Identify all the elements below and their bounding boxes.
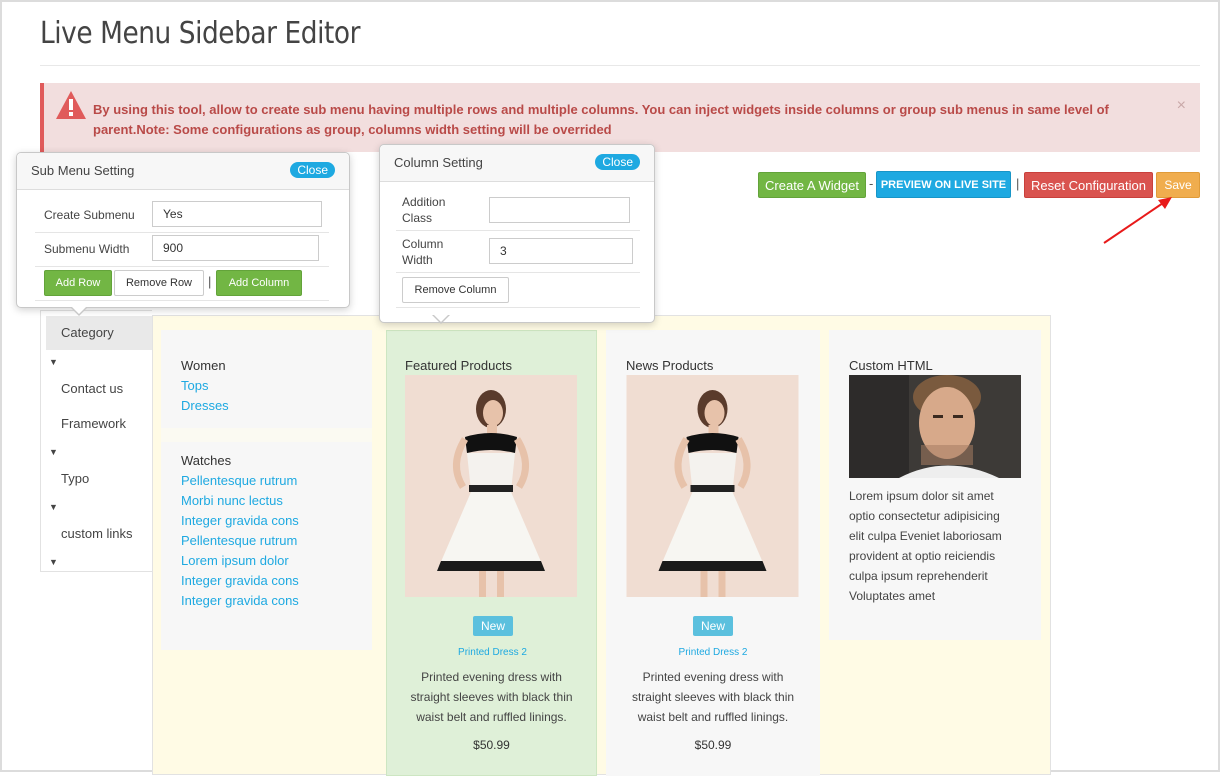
remove-row-button[interactable]: Remove Row <box>114 270 204 296</box>
menu-column-3[interactable]: News Products New Printed Dress 2 Printe… <box>606 330 820 776</box>
popover-pointer <box>432 315 450 324</box>
alert-close-icon[interactable]: × <box>1177 97 1186 115</box>
product-description-line: Printed evening dress with <box>642 670 784 684</box>
product-description-line: waist belt and ruffled linings. <box>637 710 789 724</box>
sidebar-item-category[interactable]: Category <box>46 316 152 350</box>
custom-html-text-line: optio consectetur adipisicing <box>849 509 1000 523</box>
product-description-line: straight sleeves with black thin <box>410 690 573 704</box>
warning-triangle-icon <box>56 91 86 119</box>
menu-column-4[interactable]: Custom HTML Lorem ipsum dolor sit amet o… <box>829 330 1041 640</box>
product-image-dress[interactable] <box>405 375 577 597</box>
custom-html-text-line: elit culpa Eveniet laboriosam <box>849 529 1002 543</box>
submenu-width-field[interactable] <box>152 235 319 261</box>
caret-down-icon[interactable]: ▼ <box>49 447 58 457</box>
sidebar-menu: Category ▼ Contact us Framework ▼ Typo ▼… <box>40 310 152 572</box>
custom-html-text-line: culpa ipsum reprehenderit <box>849 569 988 583</box>
group-title-watches: Watches <box>181 453 232 468</box>
page-title: Live Menu Sidebar Editor <box>40 16 361 51</box>
custom-html-text-line: Voluptates amet <box>849 589 936 603</box>
row-divider <box>35 266 329 267</box>
alert-message: By using this tool, allow to create sub … <box>93 102 1109 137</box>
product-price: $50.99 <box>694 738 732 752</box>
column-setting-popover: Column Setting Close Addition Class Colu… <box>379 144 655 323</box>
widget-title-news-products: News Products <box>626 358 714 373</box>
close-button[interactable]: Close <box>595 154 640 170</box>
product-price: $50.99 <box>473 738 510 752</box>
submenu-link[interactable]: Pellentesque rutrum <box>181 473 297 488</box>
info-alert: By using this tool, allow to create sub … <box>40 83 1200 152</box>
widget-title-featured-products: Featured Products <box>405 358 512 373</box>
add-row-button[interactable]: Add Row <box>44 270 112 296</box>
submenu-width-label: Submenu Width <box>44 242 130 256</box>
row-divider <box>35 232 329 233</box>
product-image-dress[interactable] <box>626 375 799 597</box>
widget-title-custom-html: Custom HTML <box>849 358 933 373</box>
popover-pointer <box>70 306 88 316</box>
caret-down-icon[interactable]: ▼ <box>49 557 58 567</box>
submenu-setting-popover: Sub Menu Setting Close Create Submenu Su… <box>16 152 350 308</box>
submenu-link-tops[interactable]: Tops <box>181 378 208 393</box>
product-description-line: straight sleeves with black thin <box>631 690 795 704</box>
portrait-image-man <box>849 375 1021 478</box>
submenu-link-dresses[interactable]: Dresses <box>181 398 229 413</box>
row-divider <box>396 272 640 273</box>
product-description-line: waist belt and ruffled linings. <box>416 710 567 724</box>
submenu-link[interactable]: Morbi nunc lectus <box>181 493 283 508</box>
add-column-button[interactable]: Add Column <box>216 270 302 296</box>
submenu-link[interactable]: Lorem ipsum dolor <box>181 553 289 568</box>
sidebar-item-contact-us[interactable]: Contact us <box>41 381 123 396</box>
row-divider <box>396 230 640 231</box>
sidebar-item-framework[interactable]: Framework <box>41 416 126 431</box>
popover-header: Sub Menu Setting Close <box>17 153 349 190</box>
submenu-link[interactable]: Integer gravida cons <box>181 593 299 608</box>
addition-class-label: Addition Class <box>402 195 446 225</box>
sidebar-item-custom-links[interactable]: custom links <box>41 526 133 541</box>
column-width-label: Column Width <box>402 237 444 267</box>
addition-class-field[interactable] <box>489 197 630 223</box>
group-divider <box>161 428 372 442</box>
red-arrow-icon <box>1103 197 1172 244</box>
group-title-women: Women <box>181 358 226 373</box>
custom-html-text-line: provident at optio reiciendis <box>849 549 996 563</box>
toolbar-dash: - <box>869 176 874 191</box>
product-name-link[interactable]: Printed Dress 2 <box>387 647 598 658</box>
caret-down-icon[interactable]: ▼ <box>49 357 58 367</box>
product-description-line: Printed evening dress with <box>421 670 562 684</box>
mega-menu-preview: Women Tops Dresses Watches Pellentesque … <box>152 315 1051 776</box>
new-badge: New <box>473 616 514 636</box>
menu-column-2-selected[interactable]: Featured Products New Printed Dress 2 Pr… <box>386 330 597 776</box>
menu-column-1[interactable]: Women Tops Dresses Watches Pellentesque … <box>161 330 372 650</box>
create-widget-button[interactable]: Create A Widget <box>758 172 866 198</box>
column-width-field[interactable] <box>489 238 633 264</box>
sidebar-item-typo[interactable]: Typo <box>41 471 89 486</box>
create-submenu-label: Create Submenu <box>44 208 135 222</box>
submenu-link[interactable]: Integer gravida cons <box>181 573 299 588</box>
create-submenu-field[interactable] <box>152 201 322 227</box>
title-divider <box>40 65 1200 66</box>
popover-title: Sub Menu Setting <box>31 163 135 178</box>
new-badge: New <box>693 616 734 636</box>
preview-live-site-button[interactable]: PREVIEW ON LIVE SITE <box>876 171 1011 198</box>
popover-header: Column Setting Close <box>380 145 654 182</box>
remove-column-button[interactable]: Remove Column <box>402 277 509 303</box>
popover-title: Column Setting <box>394 155 483 170</box>
custom-html-text-line: Lorem ipsum dolor sit amet <box>849 489 994 503</box>
product-name-link[interactable]: Printed Dress 2 <box>606 647 820 658</box>
row-divider <box>396 307 640 308</box>
button-separator: | <box>208 274 212 289</box>
close-button[interactable]: Close <box>290 162 335 178</box>
toolbar-pipe: | <box>1016 176 1020 191</box>
submenu-link[interactable]: Integer gravida cons <box>181 513 299 528</box>
row-divider <box>35 300 329 301</box>
submenu-link[interactable]: Pellentesque rutrum <box>181 533 297 548</box>
caret-down-icon[interactable]: ▼ <box>49 502 58 512</box>
